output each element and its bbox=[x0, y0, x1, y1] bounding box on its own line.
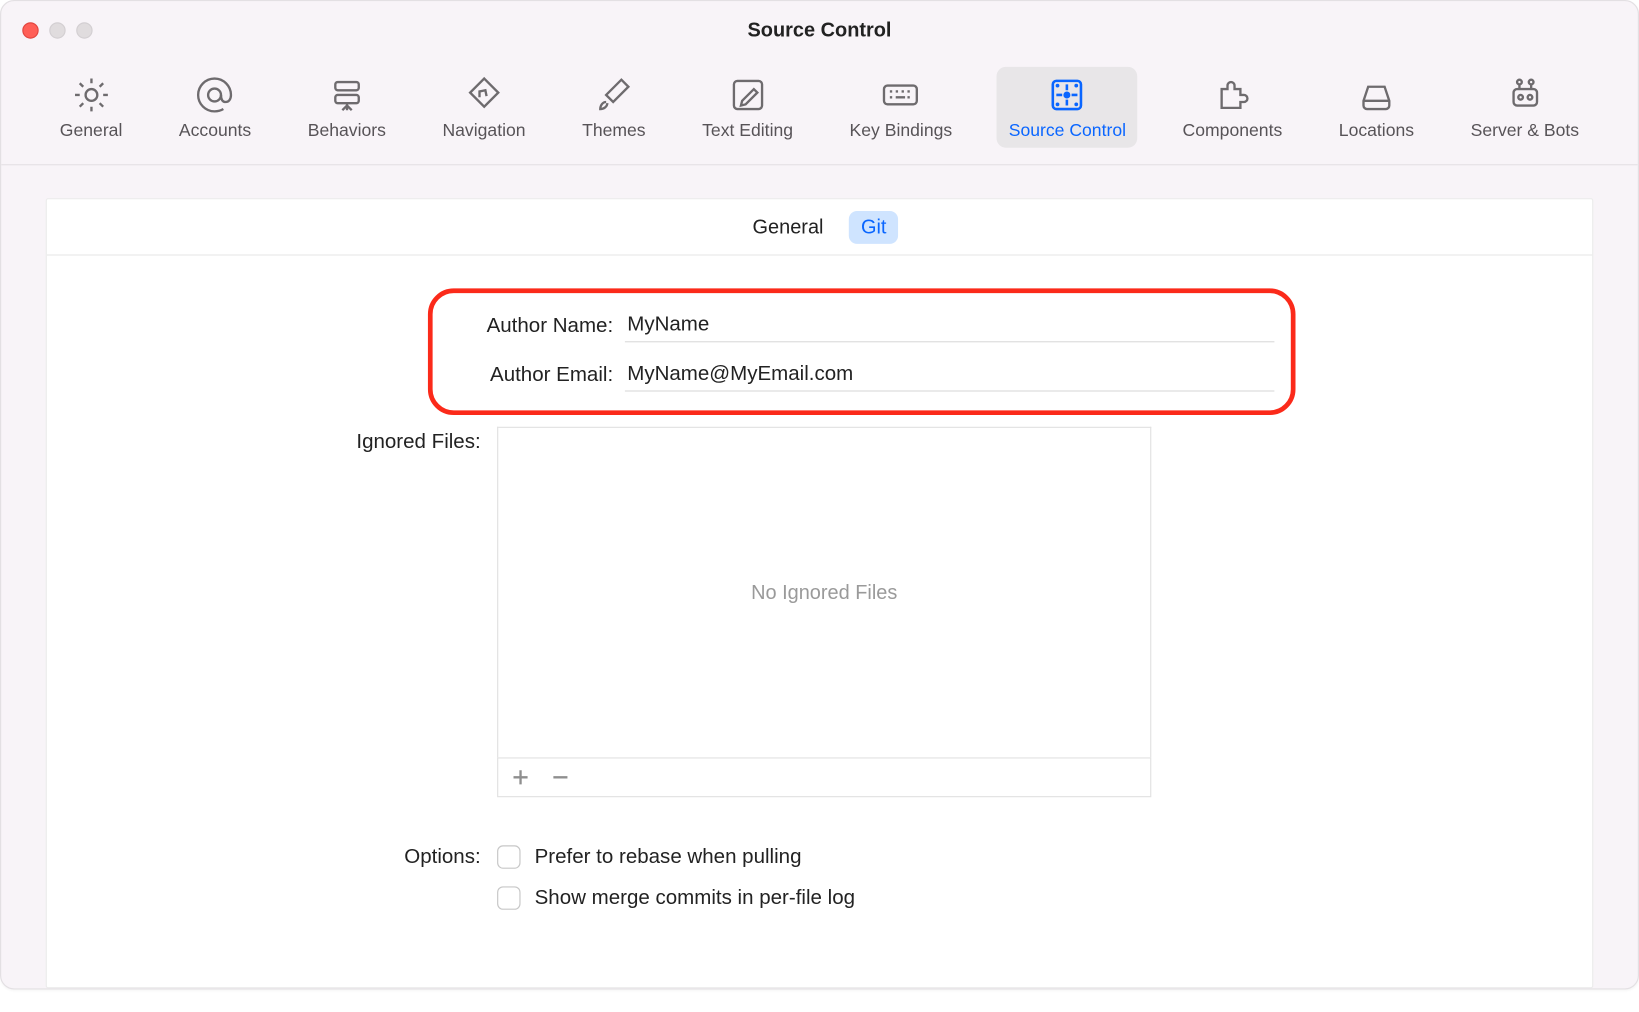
tab-label: Text Editing bbox=[702, 121, 793, 141]
subtab-git[interactable]: Git bbox=[849, 210, 898, 243]
author-name-input[interactable] bbox=[625, 307, 1275, 342]
tab-locations[interactable]: Locations bbox=[1327, 67, 1426, 148]
add-ignored-file-button[interactable] bbox=[508, 764, 534, 790]
keyboard-icon bbox=[880, 74, 922, 116]
tab-key-bindings[interactable]: Key Bindings bbox=[838, 67, 964, 148]
edit-icon bbox=[726, 74, 768, 116]
show-merge-commits-label: Show merge commits in per-file log bbox=[535, 885, 855, 910]
puzzle-icon bbox=[1211, 74, 1253, 116]
close-window-button[interactable] bbox=[22, 22, 38, 38]
tab-components[interactable]: Components bbox=[1171, 67, 1294, 148]
tab-behaviors[interactable]: Behaviors bbox=[296, 67, 398, 148]
preferences-toolbar: General Accounts Behaviors Navigation Th bbox=[1, 60, 1638, 166]
ignored-files-label: Ignored Files: bbox=[122, 427, 497, 797]
author-highlight: Author Name: Author Email: bbox=[428, 288, 1296, 415]
options-label: Options: bbox=[122, 844, 497, 926]
tab-server-bots[interactable]: Server & Bots bbox=[1459, 67, 1591, 148]
show-merge-commits-checkbox[interactable] bbox=[497, 886, 520, 909]
minimize-window-button[interactable] bbox=[49, 22, 65, 38]
author-email-label: Author Email: bbox=[442, 362, 613, 387]
preferences-window: Source Control General Accounts Behavior… bbox=[0, 0, 1639, 990]
tab-accounts[interactable]: Accounts bbox=[167, 67, 263, 148]
tab-source-control[interactable]: Source Control bbox=[997, 67, 1138, 148]
window-title: Source Control bbox=[1, 19, 1638, 42]
tab-navigation[interactable]: Navigation bbox=[431, 67, 538, 148]
subtab-bar: General Git bbox=[47, 199, 1592, 255]
author-email-input[interactable] bbox=[625, 356, 1275, 391]
source-control-icon bbox=[1046, 74, 1088, 116]
author-name-label: Author Name: bbox=[442, 312, 613, 337]
behaviors-icon bbox=[326, 74, 368, 116]
tab-label: Accounts bbox=[179, 121, 251, 141]
ignored-files-empty-text: No Ignored Files bbox=[751, 581, 897, 604]
prefer-rebase-label: Prefer to rebase when pulling bbox=[535, 844, 802, 869]
tab-general[interactable]: General bbox=[48, 67, 134, 148]
remove-ignored-file-button[interactable] bbox=[548, 764, 574, 790]
gear-icon bbox=[70, 74, 112, 116]
tab-label: Behaviors bbox=[308, 121, 386, 141]
subtab-general[interactable]: General bbox=[741, 210, 835, 243]
tab-label: Server & Bots bbox=[1471, 121, 1580, 141]
plus-icon bbox=[511, 768, 530, 787]
navigation-icon bbox=[463, 74, 505, 116]
tab-label: Locations bbox=[1339, 121, 1414, 141]
tab-label: Key Bindings bbox=[850, 121, 953, 141]
tab-label: Components bbox=[1183, 121, 1283, 141]
tab-label: Themes bbox=[582, 121, 646, 141]
minus-icon bbox=[551, 768, 570, 787]
tab-label: Source Control bbox=[1009, 121, 1126, 141]
source-control-panel: General Git Author Name: Author Email: I… bbox=[46, 198, 1594, 988]
zoom-window-button[interactable] bbox=[76, 22, 92, 38]
window-controls bbox=[22, 22, 92, 38]
titlebar: Source Control bbox=[1, 1, 1638, 60]
prefer-rebase-checkbox[interactable] bbox=[497, 845, 520, 868]
robot-icon bbox=[1504, 74, 1546, 116]
ignored-files-list[interactable]: No Ignored Files bbox=[497, 427, 1151, 758]
brush-icon bbox=[593, 74, 635, 116]
tab-label: General bbox=[60, 121, 123, 141]
disk-icon bbox=[1355, 74, 1397, 116]
tab-label: Navigation bbox=[442, 121, 525, 141]
tab-text-editing[interactable]: Text Editing bbox=[690, 67, 804, 148]
ignored-files-footer bbox=[497, 757, 1151, 797]
at-icon bbox=[194, 74, 236, 116]
tab-themes[interactable]: Themes bbox=[570, 67, 657, 148]
